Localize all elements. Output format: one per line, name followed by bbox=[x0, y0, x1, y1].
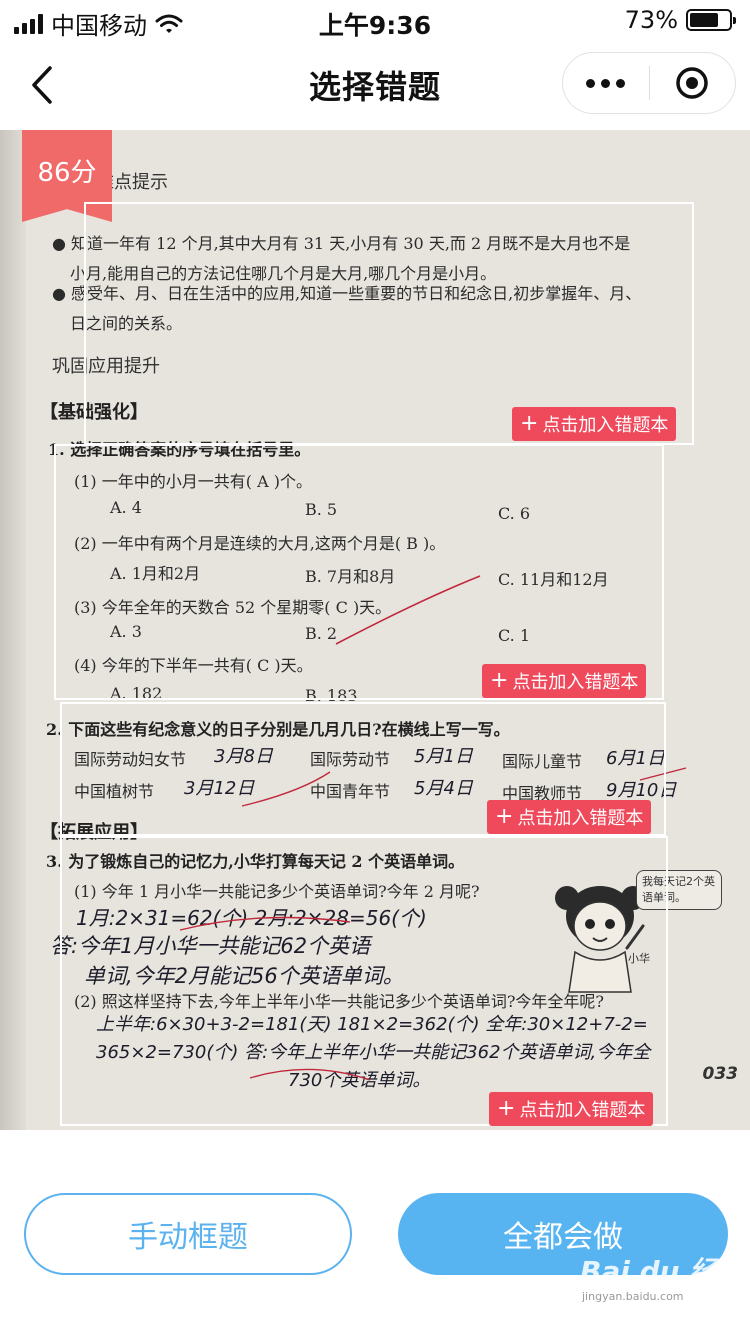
add-button-label: 点击加入错题本 bbox=[517, 808, 644, 829]
add-to-mistakes-button-3[interactable]: + 点击加入错题本 bbox=[487, 800, 652, 834]
more-dots-icon bbox=[586, 78, 626, 88]
page-number: 033 bbox=[702, 1064, 739, 1084]
more-button[interactable] bbox=[563, 53, 649, 113]
add-button-label: 点击加入错题本 bbox=[542, 415, 669, 436]
bottom-action-bar: 手动框题 全都会做 bbox=[0, 1130, 750, 1334]
plus-icon: + bbox=[490, 668, 509, 693]
add-to-mistakes-button-1[interactable]: + 点击加入错题本 bbox=[512, 407, 677, 441]
target-icon bbox=[676, 67, 708, 99]
plus-icon: + bbox=[495, 804, 514, 829]
battery-icon bbox=[686, 9, 736, 31]
add-button-label: 点击加入错题本 bbox=[519, 1100, 646, 1121]
add-button-label: 点击加入错题本 bbox=[512, 672, 639, 693]
plus-icon: + bbox=[520, 411, 539, 436]
worksheet-photo: 难点提示 ● 知道一年有 12 个月,其中大月有 31 天,小月有 30 天,而… bbox=[0, 130, 750, 1130]
status-right: 73% bbox=[624, 6, 736, 34]
close-mini-program-button[interactable] bbox=[650, 53, 736, 113]
add-to-mistakes-button-4[interactable]: + 点击加入错题本 bbox=[489, 1092, 654, 1126]
battery-percent: 73% bbox=[624, 6, 678, 34]
nav-bar: 选择错题 bbox=[0, 40, 750, 130]
watermark-brand: Bai du 经验 bbox=[580, 1255, 746, 1288]
question-frame-2[interactable] bbox=[54, 444, 664, 700]
paper-spine-shadow bbox=[0, 130, 26, 1130]
watermark-url: jingyan.baidu.com bbox=[582, 1290, 684, 1303]
manual-select-button[interactable]: 手动框题 bbox=[24, 1193, 352, 1275]
plus-icon: + bbox=[497, 1096, 516, 1121]
mini-program-capsule bbox=[562, 52, 736, 114]
question-frame-4[interactable] bbox=[60, 836, 668, 1126]
status-bar: 中国移动 上午9:36 73% bbox=[0, 0, 750, 40]
add-to-mistakes-button-2[interactable]: + 点击加入错题本 bbox=[482, 664, 647, 698]
